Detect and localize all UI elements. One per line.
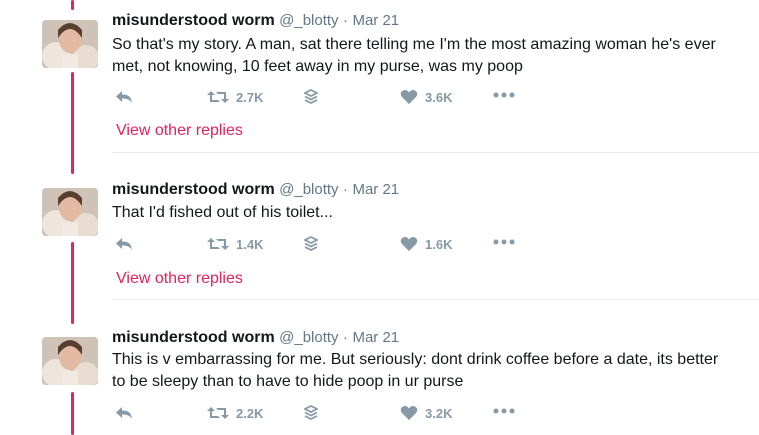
more-button[interactable]: [493, 91, 515, 99]
avatar[interactable]: [42, 20, 98, 68]
heart-icon: [400, 406, 418, 420]
tweet-actions: 2.7K 3.6K: [112, 89, 532, 109]
like-button[interactable]: 3.6K: [400, 89, 452, 105]
more-button[interactable]: [493, 407, 515, 415]
stack-button[interactable]: [304, 236, 318, 252]
reply-button[interactable]: [114, 89, 134, 105]
reply-button[interactable]: [114, 236, 134, 252]
separator-dot: ·: [343, 12, 349, 29]
user-handle[interactable]: @_blotty: [279, 12, 338, 29]
retweet-count: 2.2K: [236, 405, 264, 421]
tweet-header: misunderstood worm @_blotty · Mar 21: [112, 329, 399, 347]
reply-icon: [116, 238, 132, 250]
more-button[interactable]: [493, 238, 515, 246]
divider: [112, 299, 759, 300]
retweet-count: 1.4K: [236, 236, 264, 252]
avatar[interactable]: [42, 337, 98, 385]
retweet-icon: [207, 91, 229, 103]
stack-icon: [304, 405, 318, 421]
heart-icon: [400, 237, 418, 251]
user-handle[interactable]: @_blotty: [279, 329, 338, 346]
timestamp[interactable]: Mar 21: [352, 12, 399, 29]
more-icon: [493, 408, 515, 414]
timestamp[interactable]: Mar 21: [352, 329, 399, 346]
tweet[interactable]: misunderstood worm @_blotty · Mar 21 Tha…: [0, 181, 759, 301]
retweet-count: 2.7K: [236, 89, 264, 105]
like-button[interactable]: 3.2K: [400, 405, 452, 421]
display-name[interactable]: misunderstood worm: [112, 12, 275, 29]
tweet-text: This is v embarrassing for me. But serio…: [112, 351, 719, 390]
separator-dot: ·: [343, 181, 349, 198]
retweet-icon: [207, 407, 229, 419]
tweet-actions: 2.2K 3.2K: [112, 405, 532, 425]
divider: [112, 152, 759, 153]
like-count: 1.6K: [425, 236, 453, 252]
tweet-header: misunderstood worm @_blotty · Mar 21: [112, 181, 399, 199]
display-name[interactable]: misunderstood worm: [112, 181, 275, 198]
tweet-header: misunderstood worm @_blotty · Mar 21: [112, 12, 399, 30]
like-count: 3.6K: [425, 89, 453, 105]
reply-icon: [116, 407, 132, 419]
like-count: 3.2K: [425, 405, 453, 421]
stack-button[interactable]: [304, 89, 318, 105]
timestamp[interactable]: Mar 21: [352, 181, 399, 198]
tweet-text: That I'd fished out of his toilet...: [112, 204, 333, 221]
separator-dot: ·: [343, 329, 349, 346]
reply-icon: [116, 91, 132, 103]
retweet-icon: [207, 238, 229, 250]
view-other-replies-link[interactable]: View other replies: [116, 270, 243, 288]
retweet-button[interactable]: 1.4K: [207, 236, 263, 252]
stack-button[interactable]: [304, 405, 318, 421]
avatar[interactable]: [42, 188, 98, 236]
stack-icon: [304, 89, 318, 105]
display-name[interactable]: misunderstood worm: [112, 329, 275, 346]
thread-line: [71, 0, 74, 10]
tweet[interactable]: misunderstood worm @_blotty · Mar 21 Thi…: [0, 329, 759, 435]
view-other-replies-link[interactable]: View other replies: [116, 122, 243, 140]
more-icon: [493, 239, 515, 245]
like-button[interactable]: 1.6K: [400, 236, 452, 252]
tweet-actions: 1.4K 1.6K: [112, 236, 532, 256]
user-handle[interactable]: @_blotty: [279, 181, 338, 198]
heart-icon: [400, 90, 418, 104]
tweet-text: So that's my story. A man, sat there tel…: [112, 36, 716, 75]
more-icon: [493, 92, 515, 98]
reply-button[interactable]: [114, 405, 134, 421]
retweet-button[interactable]: 2.2K: [207, 405, 263, 421]
retweet-button[interactable]: 2.7K: [207, 89, 263, 105]
stack-icon: [304, 236, 318, 252]
tweet[interactable]: misunderstood worm @_blotty · Mar 21 So …: [0, 12, 759, 152]
